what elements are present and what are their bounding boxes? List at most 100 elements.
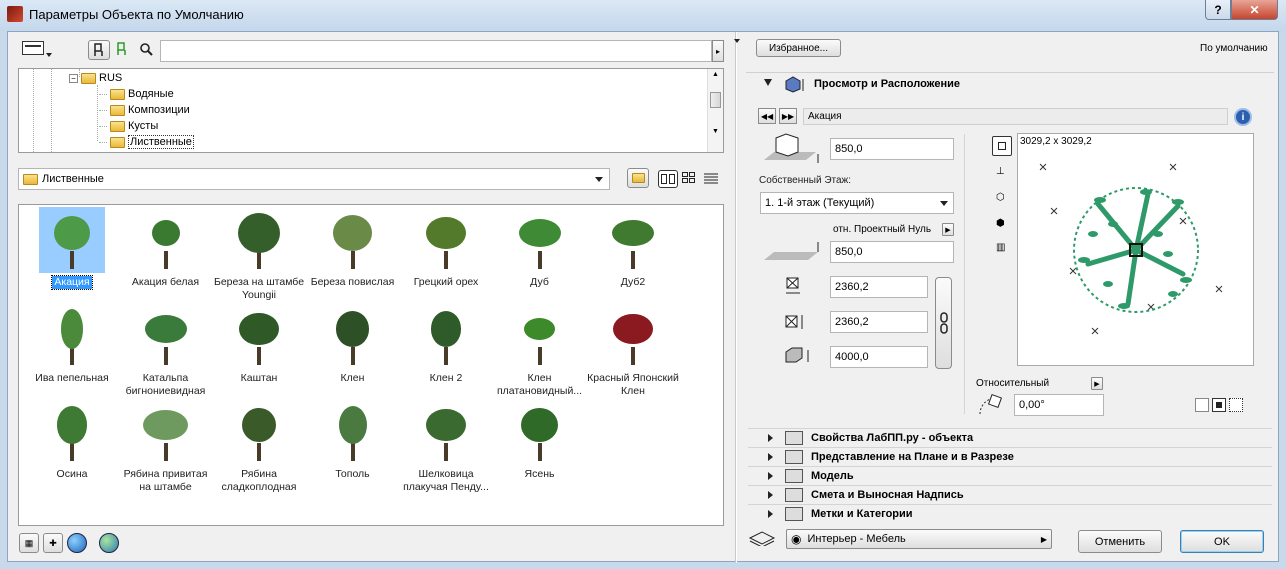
- search-input[interactable]: [160, 40, 712, 62]
- relative-label: Относительный: [976, 378, 1050, 389]
- object-tile[interactable]: Катальпа бигнониевидная: [119, 303, 213, 398]
- globe-icon[interactable]: [67, 533, 87, 553]
- story-select[interactable]: 1. 1-й этаж (Текущий): [760, 192, 954, 214]
- ok-button[interactable]: OK: [1180, 530, 1264, 553]
- tree-scrollbar[interactable]: ▲ ▼: [707, 69, 723, 152]
- object-tile[interactable]: Ясень: [493, 399, 587, 481]
- section-listing[interactable]: Смета и Выносная Надпись: [748, 485, 1272, 503]
- mirror-off-icon[interactable]: [1195, 398, 1209, 412]
- layer-select[interactable]: ◉ Интерьер - Мебель ▶: [786, 529, 1052, 549]
- cancel-button[interactable]: Отменить: [1078, 530, 1162, 553]
- tree-item-kusty[interactable]: Кусты: [99, 118, 158, 134]
- favorites-button[interactable]: Избранное...: [756, 39, 841, 57]
- folder-icon: [110, 88, 125, 100]
- section-tags[interactable]: Метки и Категории: [748, 504, 1272, 522]
- add-object-icon[interactable]: ✚: [43, 533, 63, 553]
- object-tile[interactable]: Клен: [306, 303, 400, 385]
- folder-up-icon[interactable]: [627, 168, 649, 188]
- prev-object-button[interactable]: ◀◀: [758, 108, 776, 124]
- section-title: Просмотр и Расположение: [814, 78, 960, 90]
- tree-item-vodyanye[interactable]: Водяные: [99, 86, 174, 102]
- section-expanded-icon[interactable]: [764, 79, 772, 86]
- angle-input[interactable]: 0,00°: [1014, 394, 1104, 416]
- object-tile[interactable]: Осина: [25, 399, 119, 481]
- chain-link-icon[interactable]: [935, 277, 952, 369]
- tree-item-kompozitsii[interactable]: Композиции: [99, 102, 190, 118]
- search-icon[interactable]: [139, 42, 155, 58]
- object-tile[interactable]: Береза на штамбе Youngii: [212, 207, 306, 302]
- list-view-icon[interactable]: [704, 172, 720, 186]
- object-label: Грецкий орех: [413, 276, 479, 288]
- top-elevation-input[interactable]: 850,0: [830, 138, 954, 160]
- next-object-button[interactable]: ▶▶: [779, 108, 797, 124]
- depth-input[interactable]: 2360,2: [830, 311, 928, 333]
- small-icons-view-icon[interactable]: [682, 172, 698, 186]
- section-properties[interactable]: Свойства ЛабПП.ру - объекта: [748, 428, 1272, 446]
- tree-item-root[interactable]: − RUS: [69, 70, 122, 86]
- collapse-triangle-icon[interactable]: [734, 39, 740, 43]
- elevation-input[interactable]: 850,0: [830, 241, 954, 263]
- tree-item-label: Композиции: [128, 104, 190, 116]
- section-view-icon[interactable]: ⊥: [996, 166, 1005, 177]
- object-label: Дуб2: [620, 276, 646, 288]
- elevation-top-icon: [760, 130, 822, 166]
- section-label: Смета и Выносная Надпись: [811, 488, 964, 501]
- folder-select[interactable]: Лиственные: [18, 168, 610, 190]
- object-tile[interactable]: Клен платановидный...: [493, 303, 587, 398]
- separator: [964, 134, 965, 414]
- mirror-x-icon[interactable]: [1212, 398, 1226, 412]
- web-library-icon[interactable]: [99, 533, 119, 553]
- tree-thumbnail-icon: [507, 303, 573, 369]
- axonometric-view-icon[interactable]: ⬡: [996, 192, 1005, 203]
- window-title: Параметры Объекта по Умолчанию: [29, 7, 244, 22]
- tree-thumbnail-icon: [133, 303, 199, 369]
- object-label: Ива пепельная: [35, 372, 109, 384]
- chevron-down-icon: [595, 177, 603, 182]
- object-tile[interactable]: Акация белая: [119, 207, 213, 289]
- close-button[interactable]: ✕: [1231, 0, 1278, 20]
- tree-thumbnail-icon: [507, 399, 573, 465]
- tree-thumbnail-icon: [320, 303, 386, 369]
- library-manager-icon[interactable]: ▦: [19, 533, 39, 553]
- mirror-y-icon[interactable]: [1229, 398, 1243, 412]
- search-arrow-button[interactable]: ▸: [712, 40, 724, 62]
- help-button[interactable]: ?: [1205, 0, 1231, 20]
- object-tile[interactable]: Каштан: [212, 303, 306, 385]
- elevation-view-icon[interactable]: ▥: [996, 242, 1005, 253]
- object-label: Ясень: [524, 468, 555, 480]
- dialog-client: ▸ − RUS Водяные Композиции Кусты Листвен…: [7, 31, 1279, 563]
- section-model[interactable]: Модель: [748, 466, 1272, 484]
- tree-item-listvennye[interactable]: Лиственные: [99, 134, 194, 150]
- chair-green-icon[interactable]: [116, 42, 132, 58]
- object-tile[interactable]: Тополь: [306, 399, 400, 481]
- plan-view-icon[interactable]: [992, 136, 1012, 156]
- object-tile[interactable]: Рябина привитая на штамбе: [119, 399, 213, 494]
- width-input[interactable]: 2360,2: [830, 276, 928, 298]
- object-tile[interactable]: Красный Японский Клен: [586, 303, 680, 398]
- story-select-value: 1. 1-й этаж (Текущий): [765, 197, 875, 209]
- chair-library-icon[interactable]: [88, 40, 110, 60]
- properties-icon: [785, 430, 803, 445]
- object-label: Рябина привитая на штамбе: [123, 468, 208, 493]
- reference-arrow-button[interactable]: ▶: [942, 223, 954, 236]
- object-tile[interactable]: Ива пепельная: [25, 303, 119, 385]
- object-label: Клен 2: [429, 372, 463, 384]
- section-plan-and-section[interactable]: Представление на Плане и в Разрезе: [748, 447, 1272, 465]
- object-tile[interactable]: Дуб: [493, 207, 587, 289]
- large-icons-view-icon[interactable]: [658, 170, 678, 188]
- height-input[interactable]: 4000,0: [830, 346, 928, 368]
- object-tile[interactable]: Дуб2: [586, 207, 680, 289]
- object-tile[interactable]: Грецкий орех: [399, 207, 493, 289]
- perspective-view-icon[interactable]: ⬢: [996, 218, 1005, 229]
- object-tile[interactable]: Клен 2: [399, 303, 493, 385]
- view-mode-icon[interactable]: [22, 41, 52, 59]
- info-icon[interactable]: i: [1234, 108, 1252, 126]
- relative-arrow-button[interactable]: ▶: [1091, 377, 1103, 390]
- object-tile[interactable]: Шелковица плакучая Пенду...: [399, 399, 493, 494]
- object-tile[interactable]: Береза повислая: [306, 207, 400, 289]
- folder-tree: − RUS Водяные Композиции Кусты Лиственны…: [18, 68, 724, 153]
- object-tile[interactable]: Акация: [25, 207, 119, 290]
- object-tile[interactable]: Рябина сладкоплодная: [212, 399, 306, 494]
- tree-thumbnail-icon: [600, 303, 666, 369]
- plan-section-icon: [785, 449, 803, 464]
